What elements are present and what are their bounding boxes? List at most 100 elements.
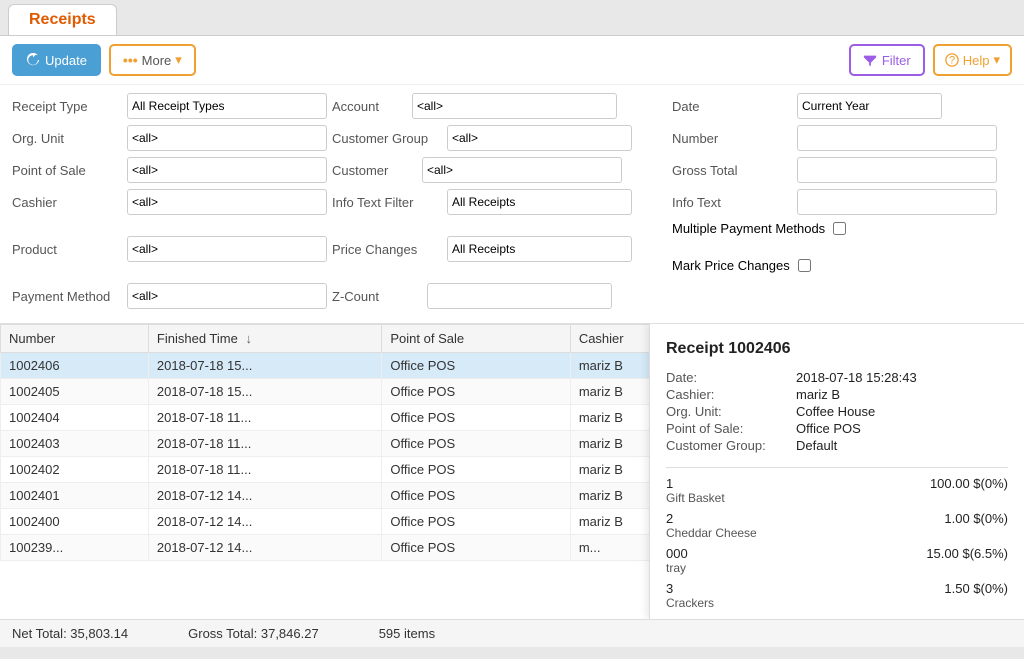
org-key: Org. Unit:	[666, 404, 796, 419]
info-text-filter-label: Info Text Filter	[332, 195, 447, 210]
mark-price-row: Mark Price Changes	[672, 258, 811, 273]
point-of-sale-label: Point of Sale	[12, 163, 127, 178]
cell-number: 1002405	[1, 379, 149, 405]
footer-gross-total: Gross Total: 37,846.27	[188, 626, 319, 641]
cell-pos: Office POS	[382, 483, 570, 509]
cell-pos: Office POS	[382, 405, 570, 431]
sort-arrow: ↓	[245, 331, 252, 346]
toolbar: Update ••• More ▾ Filter ? Help	[0, 36, 1024, 85]
receipt-info: Date: 2018-07-18 15:28:43 Cashier: mariz…	[666, 370, 1008, 453]
gross-total-label: Gross Total	[672, 163, 797, 178]
item-num: 3	[666, 581, 673, 596]
cell-pos: Office POS	[382, 379, 570, 405]
z-count-input[interactable]	[427, 283, 612, 309]
info-text-label: Info Text	[672, 195, 797, 210]
receipt-divider	[666, 467, 1008, 468]
info-text-input[interactable]	[797, 189, 997, 215]
cell-pos: Office POS	[382, 353, 570, 379]
gross-total-input[interactable]	[797, 157, 997, 183]
customer-select[interactable]: <all>	[422, 157, 622, 183]
cell-pos: Office POS	[382, 431, 570, 457]
cell-number: 1002400	[1, 509, 149, 535]
org-unit-select[interactable]: <all>	[127, 125, 327, 151]
receipt-title: Receipt 1002406	[666, 340, 1008, 358]
payment-method-select[interactable]: <all>	[127, 283, 327, 309]
col-finished-time[interactable]: Finished Time ↓	[148, 325, 381, 353]
item-num: 1	[666, 476, 673, 491]
cell-finished-time: 2018-07-18 11...	[148, 405, 381, 431]
info-text-filter-select[interactable]: All Receipts	[447, 189, 632, 215]
org-unit-label: Org. Unit	[12, 131, 127, 146]
receipt-items: 1 100.00 $(0%) Gift Basket 2 1.00 $(0%) …	[666, 476, 1008, 610]
customer-group-select[interactable]: <all>	[447, 125, 632, 151]
item-name: tray	[666, 561, 1008, 575]
item-num: 2	[666, 511, 673, 526]
cashier-label: Cashier	[12, 195, 127, 210]
item-price: 100.00 $(0%)	[930, 476, 1008, 491]
cell-finished-time: 2018-07-18 11...	[148, 457, 381, 483]
cashier-val: mariz B	[796, 387, 840, 402]
more-button[interactable]: ••• More ▾	[109, 44, 196, 76]
org-val: Coffee House	[796, 404, 875, 419]
multiple-payment-label: Multiple Payment Methods	[672, 221, 825, 236]
date-select[interactable]: Current Year	[797, 93, 942, 119]
cell-finished-time: 2018-07-12 14...	[148, 535, 381, 561]
receipt-item: 3 1.50 $(0%) Crackers	[666, 581, 1008, 610]
cell-number: 1002401	[1, 483, 149, 509]
item-price: 1.50 $(0%)	[944, 581, 1008, 596]
receipt-item: 2 1.00 $(0%) Cheddar Cheese	[666, 511, 1008, 540]
cell-finished-time: 2018-07-12 14...	[148, 483, 381, 509]
account-select[interactable]: <all>	[412, 93, 617, 119]
help-button[interactable]: ? Help ▾	[933, 44, 1012, 76]
date-label: Date	[672, 99, 797, 114]
col-pos[interactable]: Point of Sale	[382, 325, 570, 353]
multiple-payment-checkbox[interactable]	[833, 222, 846, 235]
product-select[interactable]: <all>	[127, 236, 327, 262]
footer-net-total: Net Total: 35,803.14	[12, 626, 128, 641]
item-name: Crackers	[666, 596, 1008, 610]
number-input[interactable]	[797, 125, 997, 151]
receipt-type-label: Receipt Type	[12, 99, 127, 114]
svg-text:?: ?	[949, 55, 955, 67]
z-count-label: Z-Count	[332, 289, 427, 304]
price-changes-select[interactable]: All Receipts	[447, 236, 632, 262]
receipt-item: 000 15.00 $(6.5%) tray	[666, 546, 1008, 575]
item-price: 15.00 $(6.5%)	[926, 546, 1008, 561]
cell-finished-time: 2018-07-18 15...	[148, 353, 381, 379]
payment-method-label: Payment Method	[12, 289, 127, 304]
product-label: Product	[12, 242, 127, 257]
filter-button[interactable]: Filter	[849, 44, 925, 76]
cell-number: 1002404	[1, 405, 149, 431]
receipts-tab[interactable]: Receipts	[8, 4, 117, 35]
receipt-panel: Receipt 1002406 Date: 2018-07-18 15:28:4…	[649, 324, 1024, 619]
footer-items: 595 items	[379, 626, 435, 641]
cell-number: 1002402	[1, 457, 149, 483]
item-name: Gift Basket	[666, 491, 1008, 505]
date-key: Date:	[666, 370, 796, 385]
cell-number: 1002403	[1, 431, 149, 457]
update-button[interactable]: Update	[12, 44, 101, 76]
cashier-select[interactable]: <all>	[127, 189, 327, 215]
receipt-type-select[interactable]: All Receipt Types	[127, 93, 327, 119]
pos-select[interactable]: <all>	[127, 157, 327, 183]
cashier-key: Cashier:	[666, 387, 796, 402]
mark-price-label: Mark Price Changes	[672, 258, 790, 273]
filter-icon	[863, 53, 877, 67]
account-label: Account	[332, 99, 412, 114]
date-val: 2018-07-18 15:28:43	[796, 370, 917, 385]
number-label: Number	[672, 131, 797, 146]
cell-finished-time: 2018-07-12 14...	[148, 509, 381, 535]
cg-val: Default	[796, 438, 837, 453]
item-num: 000	[666, 546, 688, 561]
multiple-payment-row: Multiple Payment Methods	[672, 221, 846, 236]
update-icon	[26, 53, 40, 67]
cell-number: 100239...	[1, 535, 149, 561]
cell-finished-time: 2018-07-18 11...	[148, 431, 381, 457]
col-number[interactable]: Number	[1, 325, 149, 353]
mark-price-checkbox[interactable]	[798, 259, 811, 272]
customer-label: Customer	[332, 163, 422, 178]
cg-key: Customer Group:	[666, 438, 796, 453]
customer-group-label: Customer Group	[332, 131, 447, 146]
item-name: Cheddar Cheese	[666, 526, 1008, 540]
table-footer: Net Total: 35,803.14 Gross Total: 37,846…	[0, 619, 1024, 647]
